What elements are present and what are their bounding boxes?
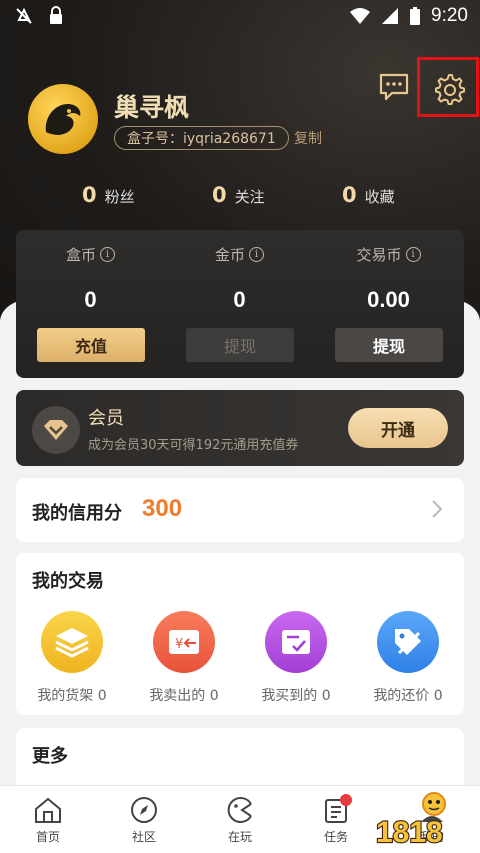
- stat-value: 0: [342, 183, 357, 207]
- wallet-box-coins: 盒币 i 0: [16, 230, 165, 313]
- nav-label: 首页: [35, 830, 60, 844]
- notification-off-icon: [16, 7, 32, 24]
- svg-text:¥: ¥: [175, 637, 183, 652]
- message-icon[interactable]: [378, 72, 410, 102]
- price-tag-icon: [377, 611, 439, 673]
- battery-icon: [410, 7, 421, 25]
- credit-score: 300: [142, 495, 183, 522]
- wallet-title: 盒币: [65, 246, 96, 264]
- username: 巢寻枫: [114, 93, 190, 122]
- trade-item-label: 我的货架 0: [37, 688, 107, 704]
- chevron-right-icon: [432, 500, 443, 518]
- clock: 9:20: [431, 5, 468, 26]
- trade-item-sold[interactable]: ¥ 我卖出的 0: [128, 611, 240, 705]
- wallet-card: 盒币 i 0 金币 i 0 交易币 i 0.00 充值 提现 提现: [16, 230, 464, 378]
- status-bar: 9:20: [0, 0, 480, 34]
- trade-item-bought[interactable]: 我买到的 0: [240, 611, 352, 705]
- settings-highlight-box: [417, 57, 479, 117]
- avatar[interactable]: [28, 84, 98, 154]
- withdraw-gold-button[interactable]: 提现: [186, 328, 294, 362]
- wallet-trade-coins: 交易币 i 0.00: [314, 230, 463, 313]
- copy-id-button[interactable]: 复制: [294, 128, 322, 148]
- box-id-badge: 盒子号：iyqria268671: [114, 126, 289, 150]
- trade-item-shelf[interactable]: 我的货架 0: [16, 611, 128, 705]
- nav-home[interactable]: 首页: [8, 796, 88, 845]
- trade-item-counteroffer[interactable]: 我的还价 0: [352, 611, 464, 705]
- nav-label: 社区: [131, 830, 156, 844]
- sell-icon: ¥: [153, 611, 215, 673]
- dragon-logo-icon: [45, 104, 81, 135]
- member-subtitle: 成为会员30天可得192元通用充值券: [88, 438, 299, 453]
- stats-row: 0 粉丝 0 关注 0 收藏: [0, 183, 480, 213]
- credit-label: 我的信用分: [32, 503, 122, 524]
- nav-community[interactable]: 社区: [104, 796, 184, 845]
- wallet-title: 金币: [214, 246, 245, 264]
- wallet-value: 0: [84, 287, 97, 312]
- membership-banner[interactable]: 会员 成为会员30天可得192元通用充值券 开通: [16, 390, 464, 466]
- stat-label: 收藏: [364, 188, 395, 206]
- nav-playing[interactable]: 在玩: [200, 796, 280, 845]
- lock-icon: [50, 6, 62, 24]
- home-icon: [35, 797, 61, 823]
- my-trades-card: 我的交易 我的货架 0 ¥ 我卖出的 0 我买到的 0 我的还价 0: [16, 553, 464, 715]
- stat-label: 粉丝: [104, 188, 135, 206]
- member-title: 会员: [88, 408, 124, 429]
- stat-value: 0: [212, 183, 227, 207]
- wifi-icon: [350, 8, 371, 24]
- wallet-title: 交易币: [356, 246, 402, 264]
- section-title: 更多: [32, 746, 68, 767]
- bought-icon: [265, 611, 327, 673]
- open-membership-button[interactable]: 开通: [348, 408, 448, 448]
- stat-fans[interactable]: 0 粉丝: [82, 183, 135, 207]
- info-icon[interactable]: i: [100, 247, 115, 262]
- stat-value: 0: [82, 183, 97, 207]
- compass-icon: [131, 797, 157, 823]
- stat-label: 关注: [234, 188, 265, 206]
- recharge-button[interactable]: 充值: [37, 328, 145, 362]
- wallet-value: 0: [233, 287, 246, 312]
- info-icon[interactable]: i: [249, 247, 264, 262]
- watermark-text: 1818: [376, 816, 443, 848]
- trade-item-label: 我卖出的 0: [149, 688, 219, 704]
- info-icon[interactable]: i: [405, 247, 421, 262]
- stat-favorites[interactable]: 0 收藏: [342, 183, 395, 207]
- nav-label: 在玩: [227, 830, 252, 844]
- nav-tasks[interactable]: 任务: [296, 794, 376, 845]
- nav-label: 任务: [323, 830, 348, 844]
- credit-score-row[interactable]: 我的信用分 300: [16, 478, 464, 542]
- signal-icon: [382, 8, 399, 24]
- wallet-value: 0.00: [367, 287, 410, 312]
- wallet-gold-coins: 金币 i 0: [165, 230, 314, 313]
- notification-dot: [340, 794, 352, 806]
- trade-item-label: 我买到的 0: [261, 688, 331, 704]
- stat-following[interactable]: 0 关注: [212, 183, 265, 207]
- section-title: 我的交易: [32, 571, 104, 592]
- trade-item-label: 我的还价 0: [373, 688, 443, 704]
- game-icon: [227, 797, 252, 823]
- diamond-badge-icon: [32, 406, 80, 454]
- stack-icon: [41, 611, 103, 673]
- 1818-watermark-logo: 1818: [375, 792, 446, 848]
- withdraw-trade-button[interactable]: 提现: [335, 328, 443, 362]
